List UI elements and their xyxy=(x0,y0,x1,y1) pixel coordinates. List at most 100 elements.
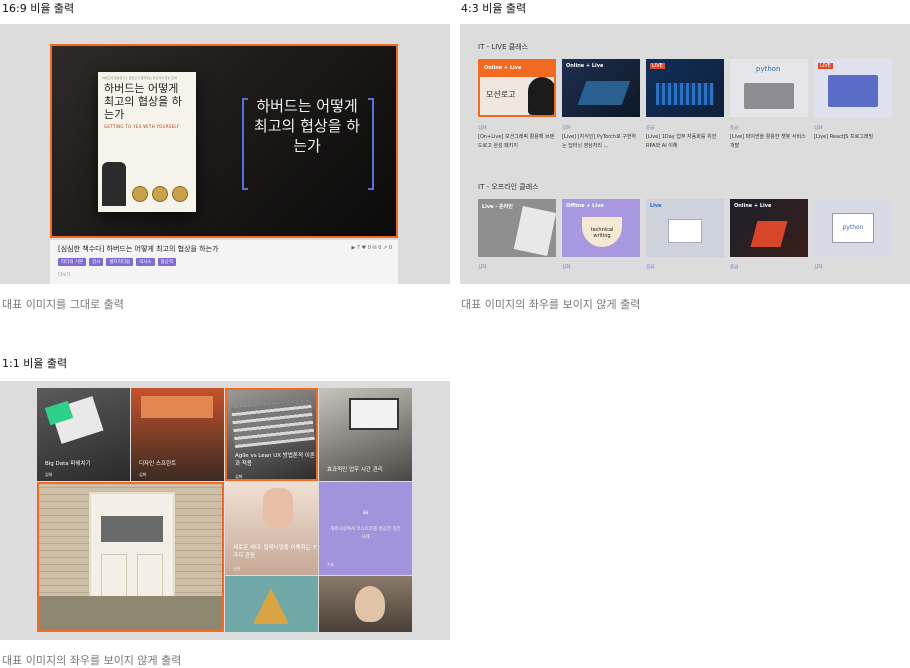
card-inner-text: technical writing xyxy=(582,217,622,247)
tile-level: 심화 xyxy=(139,472,147,477)
tile-level: 기초 xyxy=(327,562,335,567)
tile-level: 심화 xyxy=(235,474,243,479)
card-badge: Online + Live xyxy=(734,203,772,209)
course-card[interactable]: python xyxy=(814,199,892,257)
grid-tile[interactable] xyxy=(37,482,224,632)
section-heading-live: IT - LIVE 클래스 xyxy=(478,43,529,51)
video-title[interactable]: [심심한 책수다] 하버드는 어떻게 최고의 협상을 하는가 xyxy=(58,244,219,254)
card-badge: Offline + Live xyxy=(566,203,604,209)
card-badge: Live - 온라인 xyxy=(482,204,513,210)
caption-4-3: 대표 이미지의 좌우를 보이지 않게 출력 xyxy=(461,298,641,311)
card-title[interactable]: [Live] [지식인] PyTorch로 구현하는 딥러닝 영상처리 ... xyxy=(562,133,640,151)
tile-level: 심화 xyxy=(233,566,241,571)
book-badge xyxy=(132,186,148,202)
grid-tile[interactable]: 효과적인 업무 시간 관리 xyxy=(319,388,412,481)
card-level: 심화 xyxy=(814,265,823,270)
character-illustration xyxy=(528,77,554,115)
card-inner-text: 모션로고 xyxy=(486,90,516,99)
card-badge: Online + Live xyxy=(484,65,522,71)
tile-caption: Big Data 파헤치기 xyxy=(45,461,91,467)
card-title[interactable]: [Live] 1Day 업무 자동화를 위한 RPA와 AI 이해 xyxy=(646,133,724,151)
card-illustration xyxy=(750,221,788,247)
bracket-right xyxy=(368,98,374,190)
tile-illustration xyxy=(141,396,213,418)
caption-16-9: 대표 이미지를 그대로 출력 xyxy=(2,298,124,311)
video-stats: ▶ 7 ♥ 0 ✉ 0 ↗ 0 xyxy=(351,245,392,251)
video-info-bar: [심심한 책수다] 하버드는 어떻게 최고의 협상을 하는가 ▶ 7 ♥ 0 ✉… xyxy=(50,240,398,284)
tile-caption: 디자인 스프린트 xyxy=(139,461,177,467)
course-card[interactable]: Live xyxy=(646,199,724,257)
typography-illustration xyxy=(231,399,315,449)
hand-illustration xyxy=(263,488,293,528)
card-level: 심화 xyxy=(478,126,487,131)
tag[interactable]: 리더의 기본 xyxy=(58,258,87,266)
course-card[interactable]: Online + Live xyxy=(562,59,640,117)
grid-tile[interactable]: Agile vs Lean UX 방법론적 이론과 적용 심화 xyxy=(225,388,318,481)
tag[interactable]: 감사 xyxy=(89,258,104,266)
door-window xyxy=(101,516,163,542)
section-title-4-3: 4:3 비율 출력 xyxy=(461,2,527,15)
panel-4-3: IT - LIVE 클래스 Online + Live 모션로고 Online … xyxy=(460,24,910,284)
grid-tile[interactable]: 새로운 세대, 밀레니얼을 이해하는 7가지 관점 심화 xyxy=(225,482,318,575)
course-card[interactable]: Offline + Live technical writing xyxy=(562,199,640,257)
author-photo xyxy=(102,162,126,206)
quote-icon: ❝ xyxy=(362,508,369,522)
tile-caption: 해외시장에서 코스트코를 성공한 작은 사례 xyxy=(330,527,401,540)
python-logo: python xyxy=(756,65,781,73)
card-badge: Online + Live xyxy=(566,63,604,69)
tag[interactable]: 셀프리더쉽 xyxy=(106,258,134,266)
course-card[interactable]: Live - 온라인 xyxy=(478,199,556,257)
tile-caption: Agile vs Lean UX 방법론적 이론과 적용 xyxy=(235,453,315,467)
card-pyramid-illustration xyxy=(253,588,289,624)
book-subtitle: GETTING TO YES WITH YOURSELF xyxy=(104,124,180,129)
grid-tile[interactable]: 디자인 스프린트 심화 xyxy=(131,388,224,481)
course-card[interactable]: LIVE xyxy=(646,59,724,117)
card-title[interactable]: [Live] 파이썬을 활용한 챗봇 서비스 개발 xyxy=(730,133,808,151)
card-level: 심화 xyxy=(562,126,571,131)
grid-tile[interactable] xyxy=(225,576,318,632)
live-badge: LIVE xyxy=(650,63,665,69)
tag[interactable]: 의사소 xyxy=(136,258,155,266)
book-title: 하버드는 어떻게 최고의 협상을 하는가 xyxy=(104,82,182,121)
card-level: 중급 xyxy=(646,265,655,270)
card-badge: Live xyxy=(650,203,662,209)
tile-caption: 새로운 세대, 밀레니얼을 이해하는 7가지 관점 xyxy=(233,545,317,559)
book-cover: 하버드대 협상연구소 클로브가 알려주는 자신과의 협상 전략 하버드는 어떻게… xyxy=(98,72,196,212)
tag[interactable]: 협상력 xyxy=(157,258,176,266)
section-title-16-9: 16:9 비율 출력 xyxy=(2,2,75,15)
keyboard-illustration xyxy=(744,83,794,109)
tile-level: 심화 xyxy=(45,472,53,477)
whiteboard-illustration xyxy=(668,219,702,243)
card-title[interactable]: [Live] ReactJS 프로그래밍 xyxy=(814,133,892,142)
card-level: 심화 xyxy=(478,265,487,270)
more-link[interactable]: 더보기 xyxy=(58,272,70,278)
porch-illustration xyxy=(39,596,222,630)
card-illustration xyxy=(577,81,631,105)
card-level: 중급 xyxy=(730,126,739,131)
book-tagline: 하버드대 협상연구소 클로브가 알려주는 자신과의 협상 전략 xyxy=(102,76,177,80)
card-title[interactable]: [On+Live] 모션그래픽 활용해 브랜드로고 완성 패키지 xyxy=(478,133,556,151)
grid-tile[interactable]: ❝ 해외시장에서 코스트코를 성공한 작은 사례 기초 xyxy=(319,482,412,575)
card-level: 중급 xyxy=(646,126,655,131)
laptop-illustration xyxy=(349,398,399,430)
course-card[interactable]: python xyxy=(730,59,808,117)
video-thumbnail[interactable]: 하버드대 협상연구소 클로브가 알려주는 자신과의 협상 전략 하버드는 어떻게… xyxy=(50,44,398,238)
course-card[interactable]: Online + Live xyxy=(730,199,808,257)
card-illustration xyxy=(656,83,714,105)
book-badge xyxy=(172,186,188,202)
phone-illustration xyxy=(513,205,556,257)
section-heading-offline: IT - 오프라인 클래스 xyxy=(478,183,539,191)
live-badge: LIVE xyxy=(818,63,833,69)
course-card[interactable]: LIVE xyxy=(814,59,892,117)
book-badge xyxy=(152,186,168,202)
card-level: 심화 xyxy=(562,265,571,270)
panel-16-9: 하버드대 협상연구소 클로브가 알려주는 자신과의 협상 전략 하버드는 어떻게… xyxy=(0,24,450,284)
card-level: 심화 xyxy=(814,126,823,131)
section-title-1-1: 1:1 비율 출력 xyxy=(2,357,68,370)
tile-caption: 효과적인 업무 시간 관리 xyxy=(327,467,383,473)
grid-tile[interactable] xyxy=(319,576,412,632)
card-illustration xyxy=(828,75,878,107)
course-card[interactable]: Online + Live 모션로고 xyxy=(478,59,556,117)
grid-tile[interactable]: Big Data 파헤치기 심화 xyxy=(37,388,130,481)
panel-1-1: Big Data 파헤치기 심화 디자인 스프린트 심화 Agile vs Le… xyxy=(0,381,450,640)
